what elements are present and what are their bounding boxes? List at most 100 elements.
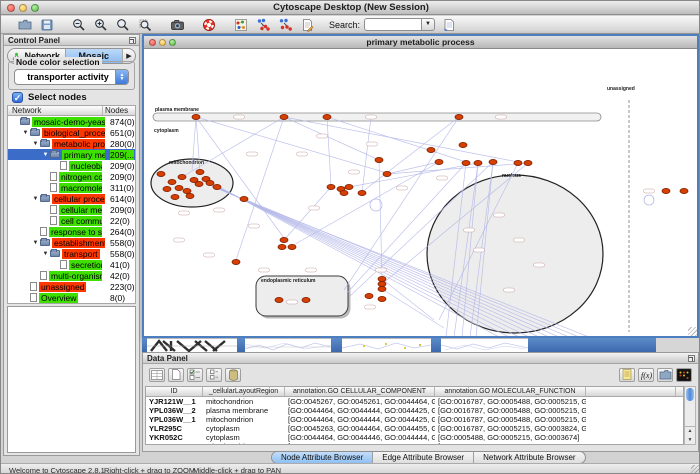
annotate-document-icon[interactable] (299, 17, 315, 33)
network-node[interactable] (455, 114, 463, 119)
table-column-header[interactable] (586, 387, 676, 396)
network-node[interactable] (178, 174, 186, 179)
import-table-icon[interactable] (657, 368, 673, 382)
network-node[interactable] (206, 180, 214, 185)
network-node[interactable] (192, 114, 200, 119)
network-node[interactable] (275, 297, 283, 302)
network-node[interactable] (168, 179, 176, 184)
tree-expander-icon[interactable]: ▼ (21, 130, 30, 136)
tree-item[interactable]: mosaic-demo-yeast874(0) (8, 116, 135, 127)
region-plasma-membrane[interactable] (153, 113, 601, 121)
network-node[interactable] (365, 293, 373, 298)
minimize-button[interactable] (19, 4, 27, 12)
network-node[interactable] (240, 196, 248, 201)
network-node[interactable] (327, 184, 335, 189)
tree-expander-icon[interactable]: ▼ (31, 240, 40, 246)
table-scrollbar[interactable]: ▲▼ (684, 386, 696, 445)
network-node[interactable] (213, 184, 221, 189)
table-row[interactable]: YKR052Ccytoplasm[GO:0044464, GO:0044446,… (146, 433, 683, 442)
network-node[interactable] (278, 244, 286, 249)
tree-item[interactable]: Overview8(0) (8, 292, 135, 303)
table-column-header[interactable]: annotation.GO MOLECULAR_FUNCTION (435, 387, 586, 396)
zoom-fit-icon[interactable] (115, 17, 131, 33)
network-node[interactable] (195, 181, 203, 186)
tree-item[interactable]: multi-organism pro42(0) (8, 270, 135, 281)
network-node[interactable] (232, 259, 240, 264)
attribute-tab[interactable]: Node Attribute Browser (272, 452, 372, 463)
import-attributes-icon[interactable] (441, 17, 457, 33)
network-node[interactable] (474, 160, 482, 165)
table-row[interactable]: YPL036W__1mitochondrion[GO:0044464, GO:0… (146, 415, 683, 424)
attribute-matrix-icon[interactable] (676, 368, 692, 382)
attribute-checklist-icon[interactable] (187, 368, 203, 382)
window-resize-grip-icon[interactable] (691, 465, 700, 474)
tree-expander-icon[interactable]: ▼ (31, 196, 40, 202)
birds-eye-view[interactable] (7, 306, 136, 453)
open-session-icon[interactable] (17, 17, 33, 33)
network-node[interactable] (378, 281, 386, 286)
network-node[interactable] (171, 194, 179, 199)
network-node[interactable] (163, 186, 171, 191)
network-node[interactable] (378, 276, 386, 281)
network-node[interactable] (183, 188, 191, 193)
network-edge[interactable] (327, 117, 466, 162)
tree-item[interactable]: ▼metabolic process280(0) (8, 138, 135, 149)
tree-expander-icon[interactable]: ▼ (31, 141, 40, 147)
network-node[interactable] (288, 244, 296, 249)
network-canvas[interactable]: plasma membranecytoplasmmitochondrionnuc… (144, 50, 697, 336)
table-column-header[interactable]: annotation.GO CELLULAR_COMPONENT (285, 387, 435, 396)
zoom-button[interactable] (31, 4, 39, 12)
tree-item[interactable]: nucleobase-209(0) (8, 160, 135, 171)
frame-close-button[interactable] (149, 39, 156, 46)
background-window[interactable] (147, 338, 237, 352)
network-node[interactable] (186, 193, 194, 198)
tree-item[interactable]: ▼transport558(0) (8, 248, 135, 259)
network-node[interactable] (157, 171, 165, 176)
new-attribute-icon[interactable] (168, 368, 184, 382)
tree-column-network[interactable]: Network (8, 106, 102, 115)
tree-item[interactable]: cell communicat22(0) (8, 215, 135, 226)
table-column-header[interactable]: ID (146, 387, 203, 396)
apply-layout-2-icon[interactable] (277, 17, 293, 33)
tree-item[interactable]: ▼biological_process651(0) (8, 127, 135, 138)
network-edge[interactable] (362, 117, 459, 192)
network-node[interactable] (345, 184, 353, 189)
formula-fx-icon[interactable]: f(x) (638, 368, 654, 382)
attribute-pair-icon[interactable] (206, 368, 222, 382)
network-node[interactable] (280, 237, 288, 242)
tree-item[interactable]: secretion41(0) (8, 259, 135, 270)
float-panel-icon[interactable] (688, 355, 695, 362)
frame-zoom-button[interactable] (169, 39, 176, 46)
attribute-tab[interactable]: Network Attribute Browser (473, 452, 584, 463)
table-row[interactable]: YDR039C__1mitochondrion[GO:0044464, GO:0… (146, 442, 683, 445)
network-frame-titlebar[interactable]: primary metabolic process (144, 36, 697, 49)
network-edge[interactable] (196, 117, 387, 173)
scrollbar-arrows-icon[interactable]: ▲▼ (685, 426, 695, 444)
tree-item[interactable]: unassigned223(0) (8, 281, 135, 292)
network-node[interactable] (383, 171, 391, 176)
network-node[interactable] (459, 142, 467, 147)
tree-item[interactable]: cellular metabol209(0) (8, 204, 135, 215)
zoom-selected-region-icon[interactable] (137, 17, 153, 33)
network-edge[interactable] (236, 117, 284, 260)
tree-item[interactable]: ▼establishment of lo558(0) (8, 237, 135, 248)
network-node[interactable] (524, 160, 532, 165)
table-row[interactable]: YPL036W__2plasma membrane[GO:0044464, GO… (146, 406, 683, 415)
save-session-icon[interactable] (39, 17, 55, 33)
network-node[interactable] (378, 286, 386, 291)
network-self-loop-edge[interactable] (644, 195, 654, 205)
network-edge[interactable] (327, 117, 331, 186)
tree-expander-icon[interactable]: ▼ (41, 152, 50, 158)
network-node[interactable] (435, 159, 443, 164)
network-node[interactable] (514, 160, 522, 165)
network-node[interactable] (340, 190, 348, 195)
background-window[interactable] (245, 338, 331, 352)
network-node[interactable] (302, 297, 310, 302)
network-node[interactable] (427, 147, 435, 152)
zoom-out-icon[interactable] (71, 17, 87, 33)
zoom-in-icon[interactable] (93, 17, 109, 33)
notes-icon[interactable] (619, 368, 635, 382)
search-dropdown-button[interactable]: ▼ (422, 18, 435, 31)
network-node[interactable] (680, 188, 688, 193)
node-color-attribute-select[interactable]: transporter activity ▲▼ (14, 69, 129, 85)
